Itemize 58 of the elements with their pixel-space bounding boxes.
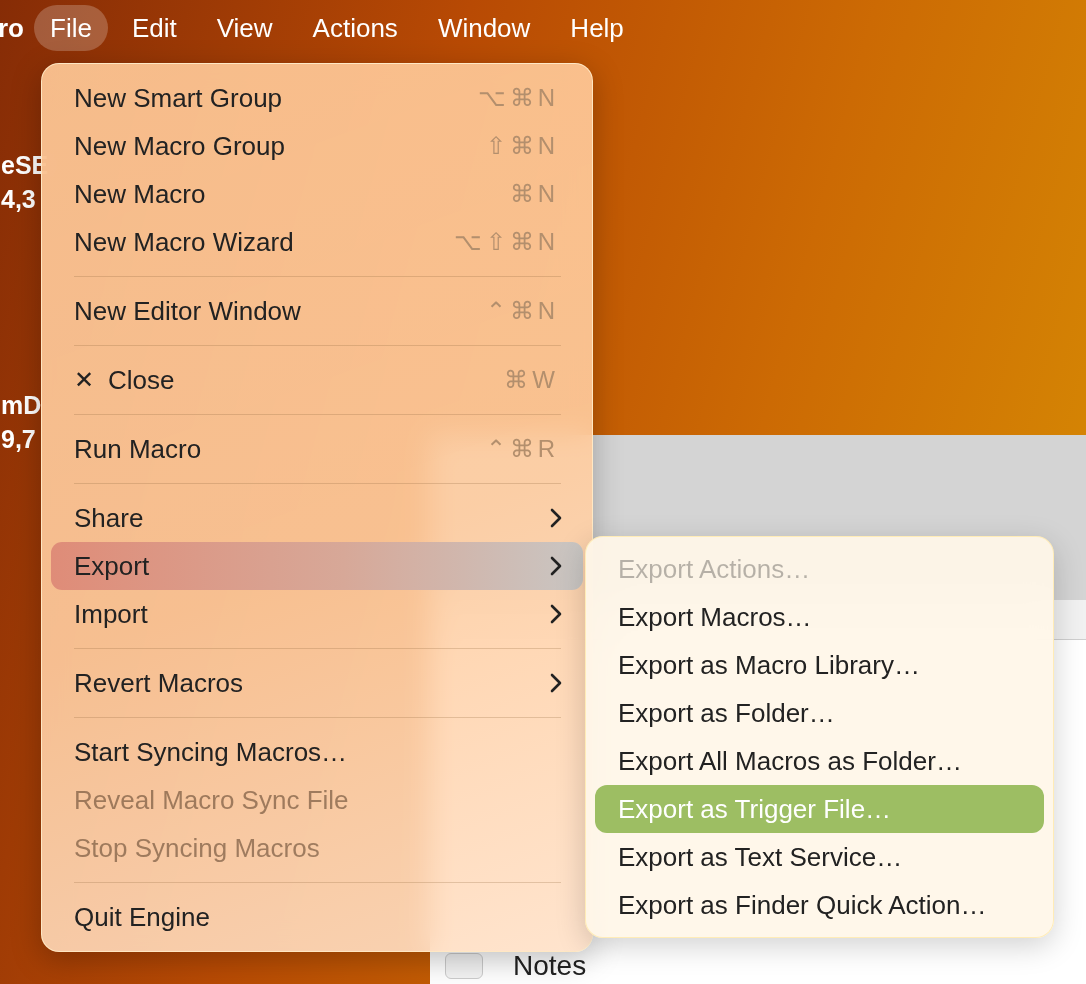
keyboard-shortcut: ⌃⌘R xyxy=(485,434,560,464)
keyboard-shortcut: ⌘W xyxy=(504,365,560,395)
keyboard-shortcut: ⌥⌘N xyxy=(477,83,560,113)
menu-item[interactable]: New Macro ⌘N xyxy=(51,170,583,218)
menu-item-label: Close xyxy=(108,363,175,397)
chevron-right-icon xyxy=(549,672,563,694)
chevron-right-icon xyxy=(549,507,563,529)
menu-item[interactable]: Quit Engine xyxy=(51,893,583,941)
menu-item[interactable]: New Smart Group ⌥⌘N xyxy=(51,74,583,122)
menu-item-label: Revert Macros xyxy=(74,666,244,700)
submenu-item[interactable]: Export All Macros as Folder… xyxy=(595,737,1044,785)
desktop-icon-detail: 9,7 xyxy=(1,424,37,455)
submenu-item[interactable]: Export as Macro Library… xyxy=(595,641,1044,689)
menu-bar-item[interactable]: Edit xyxy=(115,5,193,51)
desktop-icon-detail: 4,3 xyxy=(1,184,37,215)
submenu-item[interactable]: Export Macros… xyxy=(595,593,1044,641)
close-icon: ✕ xyxy=(74,362,94,398)
menu-item-label: Export xyxy=(74,549,150,583)
menu-bar-item[interactable]: Actions xyxy=(296,5,414,51)
submenu-item[interactable]: Export as Text Service… xyxy=(595,833,1044,881)
menu-bar-item[interactable]: View xyxy=(200,5,289,51)
menu-item-label: Quit Engine xyxy=(74,900,210,934)
menu-item-label: Import xyxy=(74,597,148,631)
menu-item-label: New Macro Group xyxy=(74,129,285,163)
app-menu[interactable]: ro xyxy=(0,8,34,48)
menu-item[interactable]: Start Syncing Macros… xyxy=(51,728,583,776)
menu-item-label: Run Macro xyxy=(74,432,202,466)
menu-item-label: New Editor Window xyxy=(74,294,301,328)
menu-bar-item[interactable]: Help xyxy=(554,5,640,51)
menu-item-label: Reveal Macro Sync File xyxy=(74,783,349,817)
menu-item-label: New Macro Wizard xyxy=(74,225,294,259)
keyboard-shortcut: ⌥⇧⌘N xyxy=(453,227,560,257)
menu-item[interactable]: Revert Macros xyxy=(51,659,583,707)
menu-bar-item[interactable]: Window xyxy=(421,5,547,51)
menu-item[interactable]: New Editor Window ⌃⌘N xyxy=(51,287,583,335)
menu-bar-item[interactable]: File xyxy=(34,5,108,51)
keyboard-shortcut: ⌃⌘N xyxy=(485,296,560,326)
menu-item-label: Start Syncing Macros… xyxy=(74,735,348,769)
menu-item[interactable]: Share xyxy=(51,494,583,542)
menu-item[interactable]: Export xyxy=(51,542,583,590)
menu-item[interactable]: New Macro Group ⇧⌘N xyxy=(51,122,583,170)
desktop-icon-label: mD xyxy=(1,390,42,421)
submenu-item[interactable]: Export as Folder… xyxy=(595,689,1044,737)
keyboard-shortcut: ⇧⌘N xyxy=(485,131,560,161)
list-item[interactable]: Notes xyxy=(513,951,587,981)
menu-item-label: Share xyxy=(74,501,144,535)
chevron-right-icon xyxy=(549,555,563,577)
menu-item[interactable]: ✕ Close ⌘W xyxy=(51,356,583,404)
note-icon xyxy=(445,953,483,979)
menu-item[interactable]: Run Macro ⌃⌘R xyxy=(51,425,583,473)
keyboard-shortcut: ⌘N xyxy=(509,179,560,209)
menu-item-label: Stop Syncing Macros xyxy=(74,831,320,865)
chevron-right-icon xyxy=(549,603,563,625)
menu-item-label: New Smart Group xyxy=(74,81,283,115)
menu-item[interactable]: New Macro Wizard ⌥⇧⌘N xyxy=(51,218,583,266)
submenu-item[interactable]: Export as Finder Quick Action… xyxy=(595,881,1044,929)
menu-item[interactable]: Import xyxy=(51,590,583,638)
menu-item-label: New Macro xyxy=(74,177,206,211)
